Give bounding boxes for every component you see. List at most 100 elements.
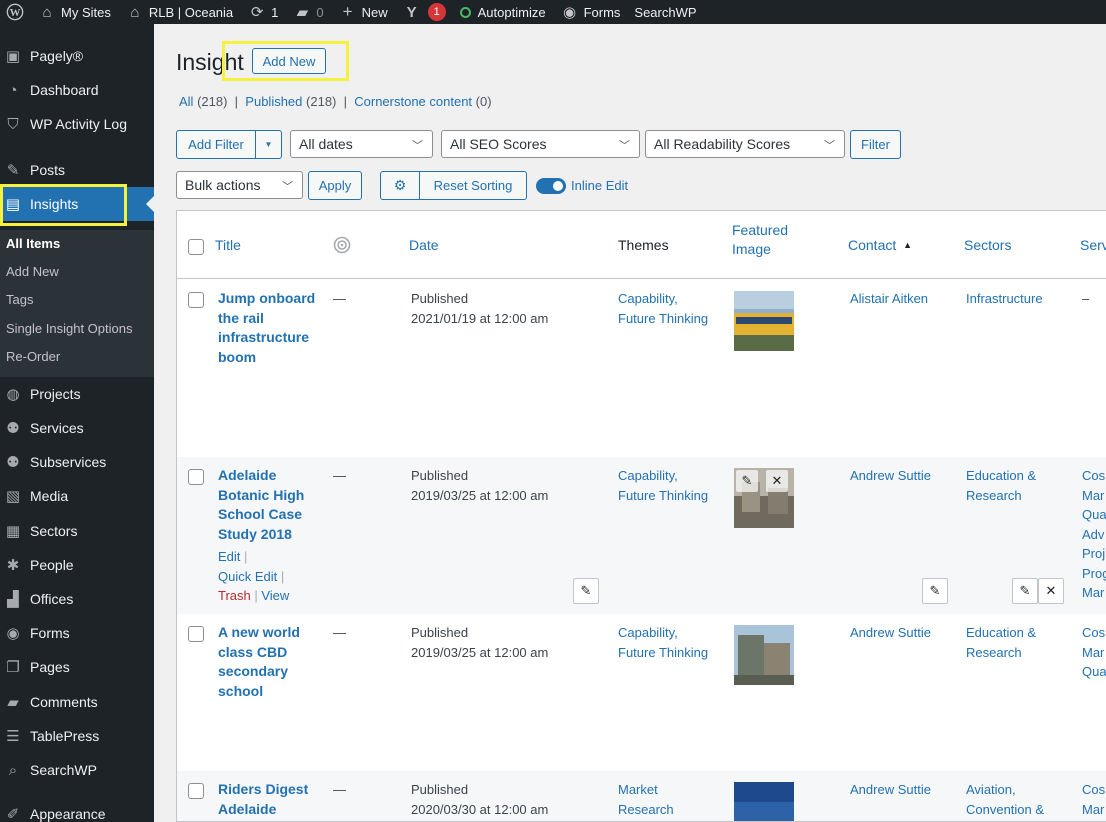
new-content-menu[interactable]: + New [331,0,395,24]
forms-menu[interactable]: ◉ Forms [553,0,628,24]
sector-edit-button[interactable]: ✎ [1012,578,1038,604]
submenu-tags[interactable]: Tags [6,292,33,307]
contact-edit-button[interactable]: ✎ [922,578,948,604]
image-edit-button[interactable]: ✎ [736,470,758,492]
updates-menu[interactable]: ⟳ 1 [240,0,285,24]
view-link[interactable]: View [261,588,289,603]
row-checkbox[interactable] [188,783,204,799]
site-name-menu[interactable]: ⌂ RLB | Oceania [118,0,240,24]
inline-edit-pencil-button[interactable]: ✎ [573,578,599,604]
sector-link[interactable]: Education & [966,623,1036,643]
services-link[interactable]: Mar [1082,486,1104,506]
contact-link[interactable]: Andrew Suttie [850,466,931,486]
post-title-link[interactable]: Riders Digest Adelaide [218,780,318,819]
submenu-re-order[interactable]: Re-Order [6,349,60,364]
image-remove-button[interactable]: ✕ [766,470,788,492]
readability-select[interactable]: All Readability Scores ﹀ [645,130,845,158]
sector-link[interactable]: Research [966,486,1022,506]
sidebar-item-services[interactable]: ⚉ Services [0,411,154,445]
add-filter-button[interactable]: Add Filter [176,130,256,159]
sidebar-item-wp-activity-log[interactable]: ⛉ WP Activity Log [0,107,154,141]
sector-link[interactable]: Infrastructure [966,289,1043,309]
yoast-menu[interactable]: Y 1 [395,0,453,24]
theme-link[interactable]: Capability, [618,289,678,309]
featured-image-thumbnail[interactable] [734,625,794,685]
row-checkbox[interactable] [188,292,204,308]
column-contact[interactable]: Contact ▲ [848,237,912,253]
theme-link[interactable]: Market [618,780,658,800]
theme-link[interactable]: Future Thinking [618,309,708,329]
services-link[interactable]: Cos [1082,466,1105,486]
sidebar-item-people[interactable]: ✱ People [0,548,154,582]
services-link[interactable]: Adv [1082,525,1104,545]
sidebar-item-posts[interactable]: ✎ Posts [0,153,154,187]
sidebar-item-subservices[interactable]: ⚉ Subservices [0,445,154,479]
bulk-actions-select[interactable]: Bulk actions ﹀ [176,171,303,199]
column-sectors[interactable]: Sectors [964,237,1011,253]
column-featured-image[interactable]: Featured Image [732,221,788,259]
view-published-link[interactable]: Published [245,94,302,109]
wordpress-logo[interactable]: W [0,0,30,24]
theme-link[interactable]: Future Thinking [618,486,708,506]
theme-link[interactable]: Future Thinking [618,643,708,663]
seo-score-column-icon[interactable] [333,236,351,257]
inline-edit-toggle[interactable] [536,178,566,194]
services-link[interactable]: Qua [1082,662,1106,682]
featured-image-thumbnail[interactable]: ✎ ✕ [734,468,794,528]
column-date[interactable]: Date [409,237,439,253]
services-link[interactable]: Cos [1082,623,1105,643]
sidebar-item-offices[interactable]: ▟ Offices [0,582,154,616]
services-link[interactable]: Qua [1082,505,1106,525]
theme-link[interactable]: Capability, [618,466,678,486]
row-checkbox[interactable] [188,469,204,485]
sidebar-item-sectors[interactable]: ▦ Sectors [0,514,154,548]
theme-link[interactable]: Research [618,800,674,820]
services-link[interactable]: Proj [1082,544,1105,564]
post-title-link[interactable]: Jump onboard the rail infrastructure boo… [218,289,318,367]
sidebar-item-media[interactable]: ▧ Media [0,479,154,513]
dates-select[interactable]: All dates ﹀ [290,130,433,158]
filter-button[interactable]: Filter [850,130,901,159]
sector-link[interactable]: Education & [966,466,1036,486]
services-link[interactable]: Mar [1082,583,1104,603]
services-link[interactable]: Prog [1082,564,1106,584]
services-link[interactable]: Mar [1082,643,1104,663]
sector-link[interactable]: Convention & [966,800,1044,820]
contact-link[interactable]: Alistair Aitken [850,289,928,309]
add-filter-dropdown[interactable]: ▼ [255,130,282,159]
sidebar-item-comments[interactable]: ▰ Comments [0,685,154,719]
trash-link[interactable]: Trash [218,588,251,603]
column-services[interactable]: Serv [1080,237,1106,253]
my-sites-menu[interactable]: ⌂ My Sites [30,0,118,24]
submenu-add-new[interactable]: Add New [6,264,59,279]
view-cornerstone-link[interactable]: Cornerstone content [354,94,472,109]
quick-edit-link[interactable]: Quick Edit [218,569,277,584]
column-title[interactable]: Title [215,237,241,253]
apply-button[interactable]: Apply [308,171,362,200]
submenu-all-items[interactable]: All Items [6,236,60,251]
theme-link[interactable]: Capability, [618,623,678,643]
edit-link[interactable]: Edit [218,549,240,564]
sidebar-item-forms[interactable]: ◉ Forms [0,616,154,650]
services-link[interactable]: Cos [1082,780,1105,800]
post-title-link[interactable]: A new world class CBD secondary school [218,623,318,701]
submenu-single-insight-options[interactable]: Single Insight Options [6,321,132,336]
featured-image-thumbnail[interactable] [734,782,794,821]
contact-link[interactable]: Andrew Suttie [850,623,931,643]
sidebar-item-appearance[interactable]: ✐ Appearance [0,797,154,822]
sidebar-item-tablepress[interactable]: ☰ TablePress [0,719,154,753]
sector-link[interactable]: Aviation, [966,780,1016,800]
sector-clear-button[interactable]: ✕ [1038,578,1064,604]
sidebar-item-projects[interactable]: ◍ Projects [0,377,154,411]
post-title-link[interactable]: Adelaide Botanic High School Case Study … [218,466,318,544]
sidebar-item-dashboard[interactable]: ◔ Dashboard [0,73,154,107]
featured-image-thumbnail[interactable] [734,291,794,351]
sidebar-item-pages[interactable]: ❐ Pages [0,650,154,684]
services-link[interactable]: Mar [1082,800,1104,820]
autoptimize-menu[interactable]: Autoptimize [453,0,553,24]
sector-link[interactable]: Research [966,643,1022,663]
seo-scores-select[interactable]: All SEO Scores ﹀ [441,130,640,158]
sorting-settings-button[interactable]: ⚙ [380,171,420,200]
contact-link[interactable]: Andrew Suttie [850,780,931,800]
reset-sorting-button[interactable]: Reset Sorting [419,171,527,200]
